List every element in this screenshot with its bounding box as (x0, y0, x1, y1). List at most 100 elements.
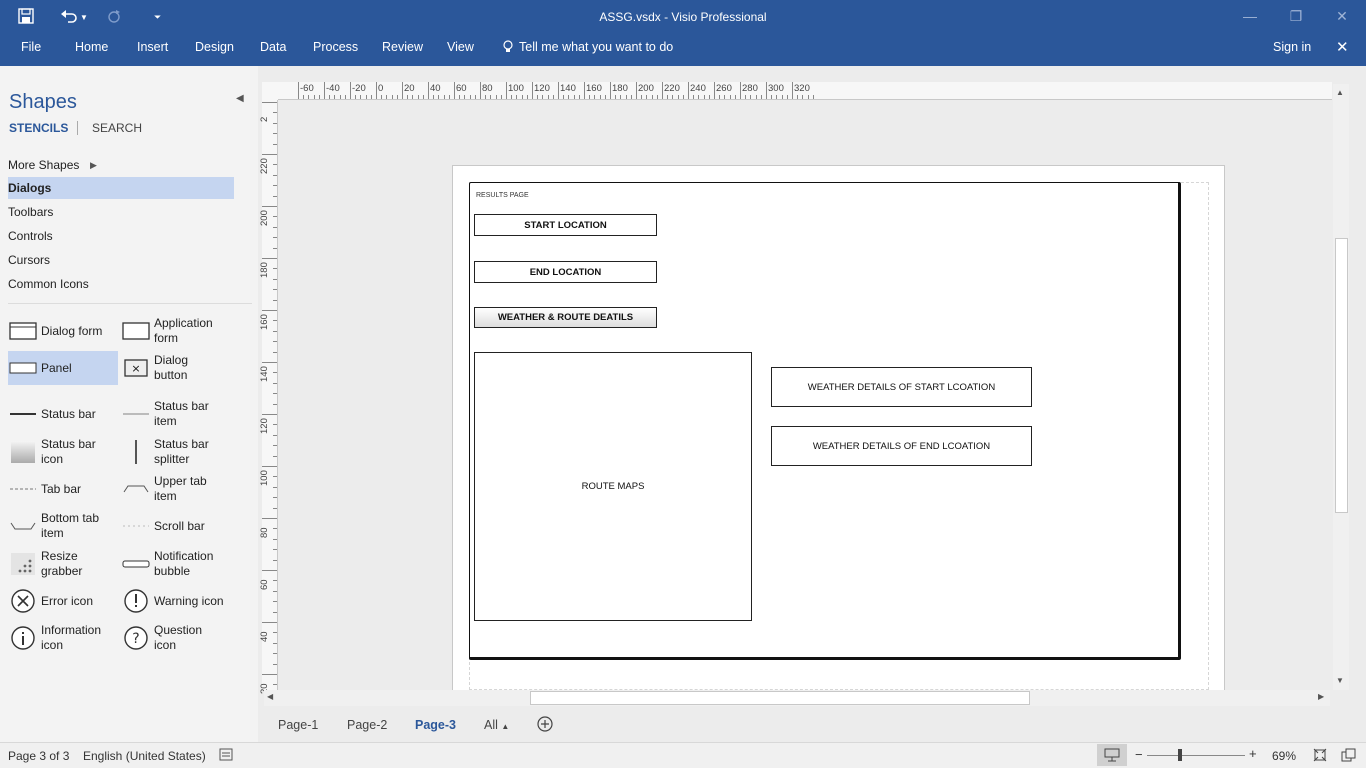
vertical-ruler[interactable]: 2 220 200 180 160 140 120 100 80 60 40 20 (259, 100, 278, 717)
vertical-scroll-thumb[interactable] (1335, 238, 1348, 513)
h-ruler-tick (682, 95, 684, 99)
v-ruler-tick (273, 538, 277, 540)
shape-status-bar-splitter[interactable]: Status bar splitter (121, 435, 231, 469)
tab-search[interactable]: SEARCH (92, 121, 142, 135)
pane-divider (8, 303, 252, 304)
sign-in-link[interactable]: Sign in (1273, 40, 1311, 54)
h-ruler-tick (714, 82, 715, 99)
horizontal-scrollbar[interactable]: ◀ ▶ (264, 690, 1330, 706)
scroll-down-icon[interactable]: ▼ (1336, 676, 1344, 685)
shape-label: Dialog (154, 353, 189, 367)
shape-error-icon[interactable]: Error icon (8, 584, 118, 618)
shape-status-bar[interactable]: Status bar (8, 397, 118, 431)
tab-review[interactable]: Review (382, 40, 423, 54)
shape-bottom-tab-item[interactable]: Bottom tab item (8, 509, 118, 543)
h-ruler-label: 140 (560, 83, 576, 94)
v-ruler-tick (273, 268, 277, 270)
horizontal-ruler[interactable]: -60 -40 -20 0 20 40 60 80 100 120 140 160 180 200 220 2… (278, 82, 1332, 100)
zoom-level[interactable]: 69% (1272, 749, 1296, 763)
h-ruler-tick (703, 95, 705, 99)
switch-windows-icon[interactable] (1341, 748, 1357, 765)
shape-resize-grabber[interactable]: Resize grabber (8, 547, 118, 581)
h-ruler-tick (589, 95, 591, 99)
stencil-dialogs[interactable]: Dialogs (8, 177, 234, 199)
weather-end-box[interactable]: WEATHER DETAILS OF END LCOATION (771, 426, 1032, 466)
zoom-in-icon[interactable]: + (1249, 746, 1257, 761)
h-ruler-tick (469, 95, 471, 99)
tab-data[interactable]: Data (260, 40, 286, 54)
add-page-icon[interactable] (537, 716, 553, 735)
zoom-slider-thumb[interactable] (1178, 749, 1182, 761)
shape-panel[interactable]: Panel (8, 351, 118, 385)
all-pages-menu[interactable]: All ▲ (484, 718, 509, 732)
tab-home[interactable]: Home (75, 40, 108, 54)
close-ribbon-icon[interactable]: ✕ (1336, 38, 1349, 56)
shape-upper-tab-item[interactable]: Upper tab item (121, 472, 231, 506)
v-ruler-tick (273, 299, 277, 301)
collapse-pane-icon[interactable]: ◀ (236, 93, 244, 104)
tab-page-3[interactable]: Page-3 (415, 718, 456, 732)
tab-process[interactable]: Process (313, 40, 358, 54)
scroll-right-icon[interactable]: ▶ (1318, 692, 1324, 701)
fit-page-icon[interactable] (1313, 748, 1327, 765)
h-ruler-tick (506, 82, 507, 99)
language-indicator[interactable]: English (United States) (83, 749, 206, 763)
v-ruler-tick (273, 330, 277, 332)
h-ruler-tick (511, 95, 513, 99)
shape-tab-bar[interactable]: Tab bar (8, 472, 118, 506)
page-indicator[interactable]: Page 3 of 3 (8, 749, 69, 763)
shape-dialog-button[interactable]: × Dialog button (121, 351, 231, 385)
end-location-box[interactable]: END LOCATION (474, 261, 657, 283)
h-ruler-label: -40 (326, 83, 340, 94)
route-maps-box[interactable]: ROUTE MAPS (474, 352, 752, 621)
shape-question-icon[interactable]: ? Question icon (121, 621, 231, 655)
tab-insert[interactable]: Insert (137, 40, 168, 54)
h-ruler-tick (667, 95, 669, 99)
minimize-icon[interactable]: — (1227, 0, 1273, 34)
restore-icon[interactable]: ❐ (1273, 0, 1319, 34)
shape-scroll-bar[interactable]: Scroll bar (121, 509, 231, 543)
start-location-box[interactable]: START LOCATION (474, 214, 657, 236)
tab-page-1[interactable]: Page-1 (278, 718, 318, 732)
v-ruler-tick (273, 424, 277, 426)
stencil-toolbars[interactable]: Toolbars (8, 201, 234, 223)
tell-me-search[interactable]: Tell me what you want to do (519, 40, 673, 54)
stencil-common-icons[interactable]: Common Icons (8, 273, 234, 295)
tab-stencils[interactable]: STENCILS (9, 121, 68, 135)
drawing-canvas[interactable]: RESULTS PAGE START LOCATION END LOCATION… (278, 100, 1332, 690)
shape-status-bar-item[interactable]: Status bar item (121, 397, 231, 431)
h-ruler-label: -20 (352, 83, 366, 94)
tab-design[interactable]: Design (195, 40, 234, 54)
tab-page-2[interactable]: Page-2 (347, 718, 387, 732)
shape-application-form[interactable]: Application form (121, 314, 231, 348)
shape-dialog-form[interactable]: Dialog form (8, 314, 118, 348)
v-ruler-tick (273, 164, 277, 166)
scroll-left-icon[interactable]: ◀ (267, 692, 273, 701)
scroll-up-icon[interactable]: ▲ (1336, 88, 1344, 97)
v-ruler-tick (273, 195, 277, 197)
tab-view[interactable]: View (447, 40, 474, 54)
v-ruler-tick (273, 185, 277, 187)
close-window-icon[interactable]: ✕ (1319, 0, 1365, 34)
zoom-out-icon[interactable]: − (1135, 747, 1143, 762)
v-ruler-tick (273, 590, 277, 592)
shape-status-bar-icon[interactable]: Status bar icon (8, 435, 118, 469)
shape-warning-icon[interactable]: Warning icon (121, 584, 231, 618)
more-shapes-menu[interactable]: More Shapes ▶ (8, 154, 234, 176)
macro-record-icon[interactable] (219, 748, 233, 764)
shape-notification-bubble[interactable]: Notification bubble (121, 547, 231, 581)
v-ruler-tick (273, 351, 277, 353)
tab-file[interactable]: File (21, 40, 41, 54)
weather-start-box[interactable]: WEATHER DETAILS OF START LCOATION (771, 367, 1032, 407)
h-ruler-tick (750, 95, 752, 99)
v-ruler-tick (273, 434, 277, 436)
weather-route-button[interactable]: WEATHER & ROUTE DEATILS (474, 307, 657, 328)
zoom-slider[interactable] (1147, 755, 1245, 756)
presentation-mode-icon[interactable] (1097, 744, 1127, 766)
vertical-scrollbar[interactable]: ▲ ▼ (1333, 84, 1349, 690)
stencil-cursors[interactable]: Cursors (8, 249, 234, 271)
stencil-controls[interactable]: Controls (8, 225, 234, 247)
horizontal-scroll-thumb[interactable] (530, 691, 1030, 705)
h-ruler-label: 220 (664, 83, 680, 94)
shape-information-icon[interactable]: Information icon (8, 621, 118, 655)
